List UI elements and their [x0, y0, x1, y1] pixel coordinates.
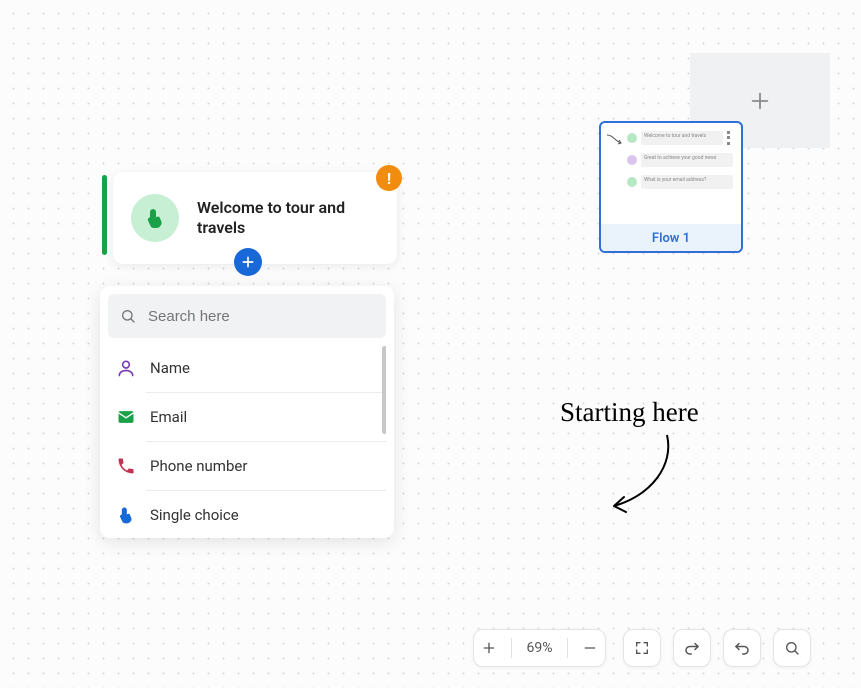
option-label: Email: [150, 408, 187, 426]
flow-card[interactable]: Welcome to tour and travels Great to ach…: [599, 121, 743, 253]
welcome-title: Welcome to tour and travels: [197, 198, 379, 238]
option-single-choice[interactable]: Single choice: [108, 491, 386, 530]
preview-step: Great to achieve your good news: [641, 153, 733, 167]
preview-dot: [627, 177, 637, 187]
plus-icon: [240, 254, 256, 270]
touch-icon: [131, 194, 179, 242]
person-icon: [116, 358, 136, 378]
preview-step: Welcome to tour and travels: [641, 131, 723, 145]
zoom-out-button[interactable]: [582, 640, 598, 656]
plus-icon: [749, 90, 771, 112]
flow-card-footer: Flow 1: [601, 224, 741, 253]
option-label: Phone number: [150, 457, 247, 475]
touch-icon: [116, 505, 136, 525]
preview-step: What is your email address?: [641, 175, 733, 189]
exclaim-icon: !: [387, 169, 391, 188]
option-label: Single choice: [150, 506, 239, 524]
zoom-value: 69%: [526, 640, 552, 656]
option-email[interactable]: Email: [108, 393, 386, 441]
redo-button[interactable]: [673, 629, 711, 667]
annotation-arrow-icon: [602, 430, 682, 520]
undo-button[interactable]: [723, 629, 761, 667]
kebab-icon: [727, 131, 733, 145]
search-icon: [784, 640, 800, 656]
step-type-picker: Name Email Phone number Si: [100, 286, 394, 538]
annotation-text: Starting here: [560, 397, 699, 428]
search-button[interactable]: [773, 629, 811, 667]
fullscreen-icon: [634, 640, 650, 656]
option-name[interactable]: Name: [108, 344, 386, 392]
search-input[interactable]: [146, 307, 374, 326]
step-accent-bar: [102, 175, 107, 255]
zoom-in-button[interactable]: [481, 640, 497, 656]
redo-icon: [683, 639, 701, 657]
preview-dot: [627, 133, 637, 143]
preview-dot: [627, 155, 637, 165]
fit-screen-button[interactable]: [623, 629, 661, 667]
search-box[interactable]: [108, 294, 386, 338]
search-icon: [120, 308, 136, 324]
zoom-control: 69%: [473, 629, 606, 667]
flow-title: Flow 1: [652, 231, 690, 246]
flow-preview: Welcome to tour and travels Great to ach…: [601, 127, 741, 224]
add-step-button[interactable]: [234, 248, 262, 276]
email-icon: [116, 407, 136, 427]
canvas[interactable]: Welcome to tour and travels Great to ach…: [0, 0, 861, 688]
warning-badge[interactable]: !: [376, 165, 402, 191]
option-label: Name: [150, 359, 190, 377]
scrollbar-thumb[interactable]: [382, 346, 386, 434]
phone-icon: [116, 456, 136, 476]
option-phone[interactable]: Phone number: [108, 442, 386, 490]
undo-icon: [733, 639, 751, 657]
